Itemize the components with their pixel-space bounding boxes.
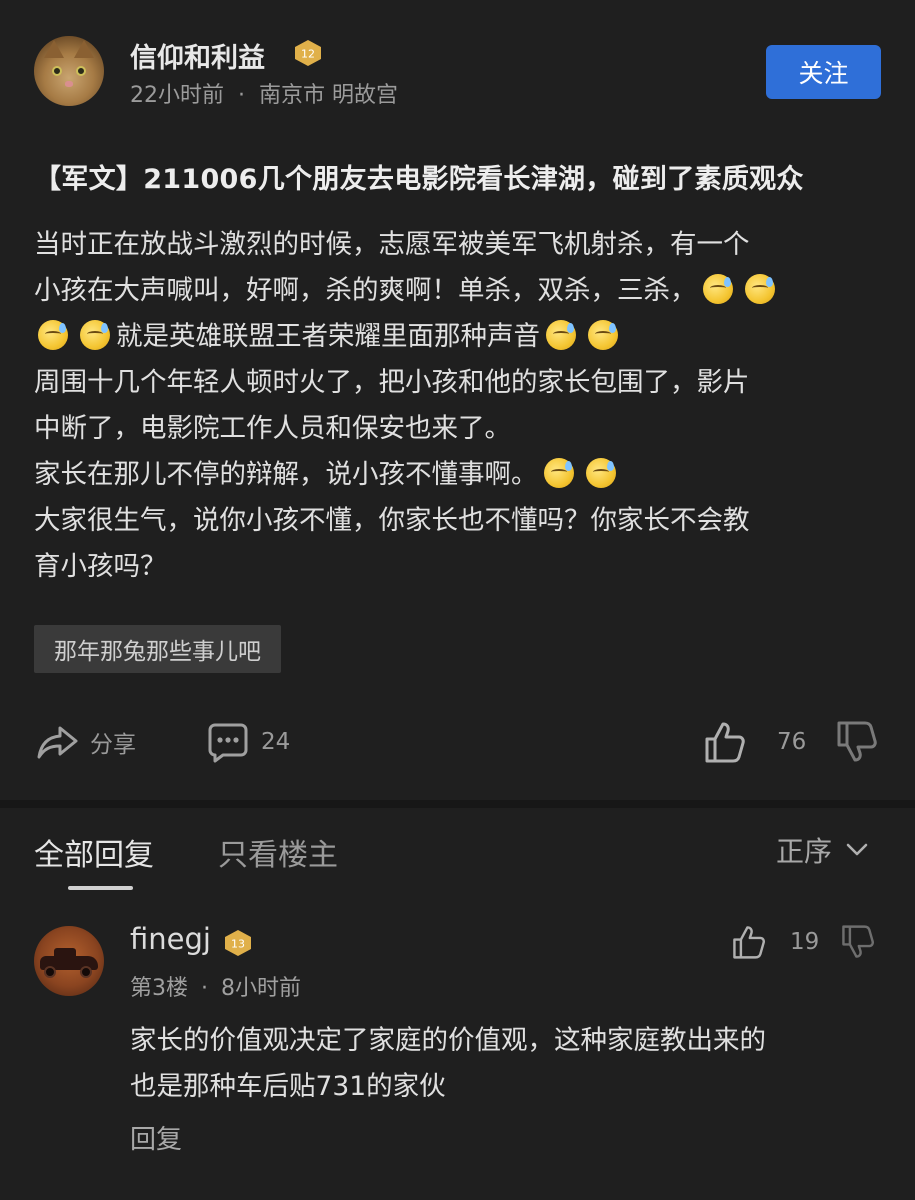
post-time: 22小时前 [130,83,224,108]
sweat-emoji-icon [38,320,68,350]
sweat-emoji-icon [585,458,616,488]
sweat-emoji-icon [543,458,574,488]
share-label: 分享 [90,732,136,758]
body-line: 小孩在大声喊叫，好啊，杀的爽啊！单杀，双杀，三杀， [34,268,879,314]
post-title: 【军文】211006几个朋友去电影院看长津湖，碰到了素质观众 [34,164,804,195]
comment-like-count: 19 [790,929,820,955]
post-meta: 22小时前 · 南京市 明故宫 [130,77,398,109]
comment-floor: 第3楼 [130,976,188,1001]
sweat-emoji-icon [546,320,576,350]
section-divider [0,800,915,808]
active-tab-indicator [68,886,133,890]
share-button[interactable]: 分享 [36,718,136,766]
follow-button[interactable]: 关注 [766,45,881,99]
sweat-emoji-icon [588,320,618,350]
thumbs-up-icon [705,722,745,763]
body-line: 当时正在放战斗激烈的时候，志愿军被美军飞机射杀，有一个 [34,229,750,260]
meta-separator: · [238,83,245,108]
forum-tag[interactable]: 那年那兔那些事儿吧 [34,625,281,673]
comments-section: 全部回复 只看楼主 正序 finegj 13 第3楼 · 8小时前 19 家长的价值… [0,808,915,1200]
comment-button[interactable]: 24 [207,718,290,766]
thumbs-down-icon [837,721,877,762]
body-line: 家长在那儿不停的辩解，说小孩不懂事啊。 [34,452,879,498]
share-icon [37,726,78,759]
author-avatar[interactable] [34,36,104,106]
meta-separator: · [201,976,208,1001]
sweat-emoji-icon [702,274,733,304]
sweat-emoji-icon [744,274,775,304]
comment-meta: 第3楼 · 8小时前 [130,970,301,1002]
sort-label: 正序 [776,835,833,868]
like-count: 76 [777,729,807,755]
body-line: 育小孩吗？ [34,551,167,582]
body-line: 周围十几个年轻人顿时火了，把小孩和他的家长包围了，影片 [34,367,750,398]
body-line: 大家很生气，说你小孩不懂，你家长也不懂吗？你家长不会教 [34,505,750,536]
thumbs-down-icon[interactable] [841,924,875,960]
body-line: 就是英雄联盟王者荣耀里面那种声音 [34,314,879,360]
body-line: 中断了，电影院工作人员和保安也来了。 [34,413,511,444]
post-location: 南京市 明故宫 [259,83,398,108]
dislike-button[interactable] [836,718,878,766]
reply-button[interactable]: 回复 [130,1119,182,1156]
comment-time: 8小时前 [221,976,301,1001]
level-badge-icon: 12 [295,40,321,66]
thumbs-up-icon[interactable] [732,924,766,960]
comment-count: 24 [261,729,291,755]
post-card: 信仰和利益 12 22小时前 · 南京市 明故宫 关注 【军文】211006几个朋友… [0,0,915,800]
post-body: 当时正在放战斗激烈的时候，志愿军被美军飞机射杀，有一个 小孩在大声喊叫，好啊，杀… [34,222,879,590]
svg-text:12: 12 [301,48,315,61]
comment-line: 也是那种车后贴731的家伙 [130,1071,446,1102]
chevron-down-icon [846,843,868,856]
tab-all-replies[interactable]: 全部回复 [34,830,154,874]
author-name[interactable]: 信仰和利益 [130,36,265,75]
comment-line: 家长的价值观决定了家庭的价值观，这种家庭教出来的 [130,1025,766,1056]
comment-icon [208,723,248,763]
like-button[interactable] [704,718,746,766]
comment-like: 19 [732,924,875,960]
commenter-avatar[interactable] [34,926,104,996]
comment-text: 家长的价值观决定了家庭的价值观，这种家庭教出来的 也是那种车后贴731的家伙 [130,1018,890,1110]
svg-text:13: 13 [231,938,245,951]
sweat-emoji-icon [80,320,110,350]
commenter-name[interactable]: finegj [130,922,211,956]
tab-op-only[interactable]: 只看楼主 [218,830,338,874]
sort-dropdown[interactable]: 正序 [776,830,868,870]
level-badge-icon: 13 [225,930,251,956]
